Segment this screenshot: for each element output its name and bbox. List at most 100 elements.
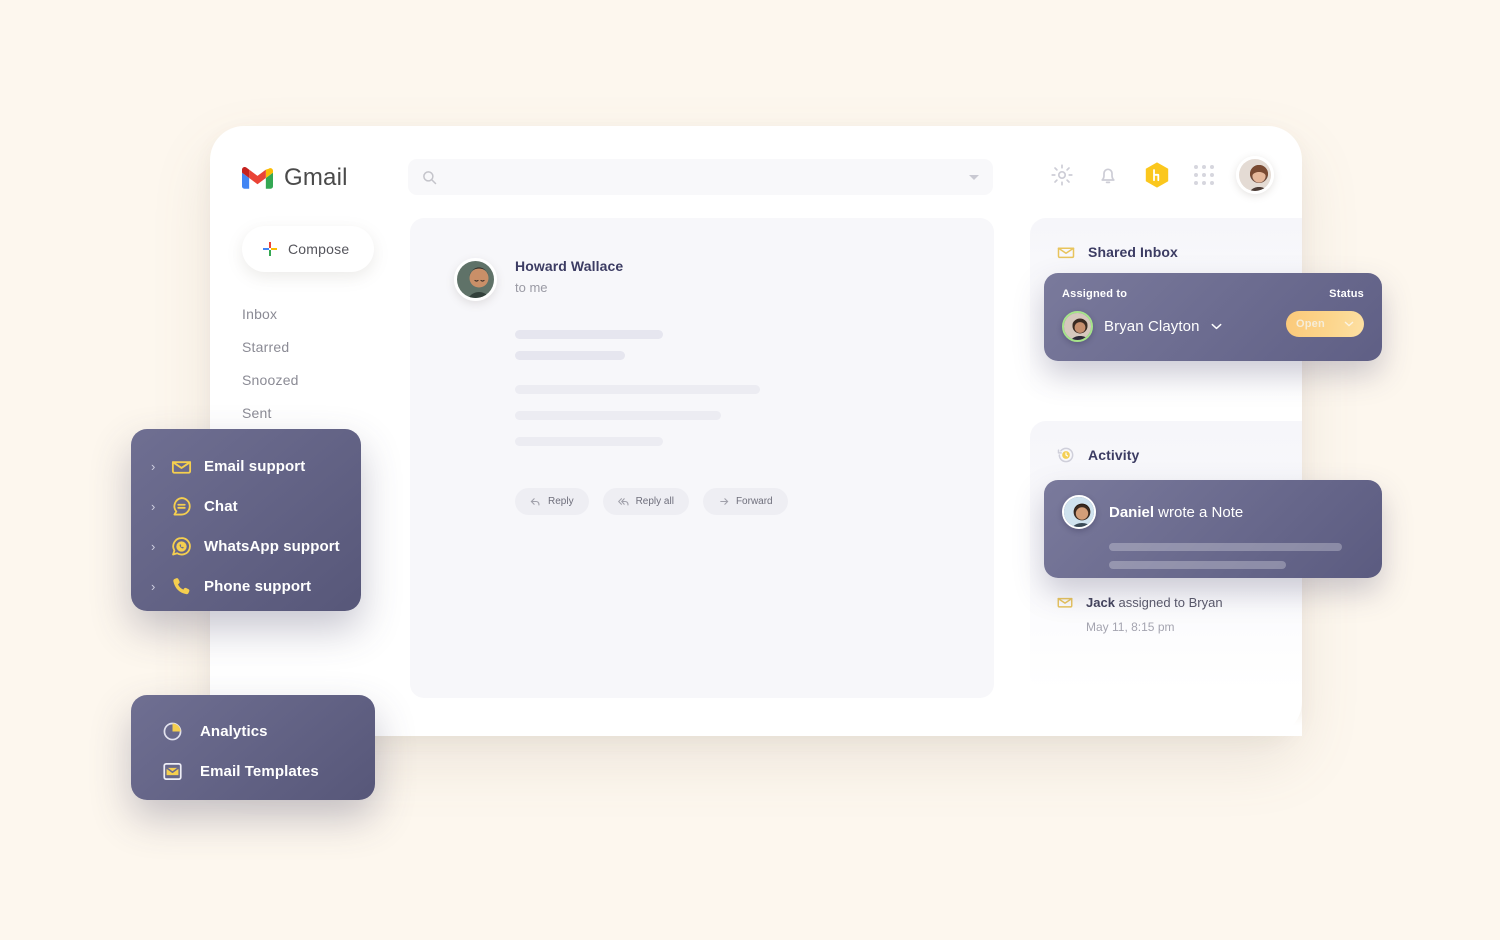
activity-note-card[interactable]: Daniel wrote a Note [1044,480,1382,578]
menu-item-label: Chat [204,497,238,515]
sidebar-item-snoozed[interactable]: Snoozed [242,363,410,396]
menu-item-label: Phone support [204,577,312,595]
skeleton-line [515,351,625,360]
email-action-bar: Reply Reply all Forward [515,488,950,515]
shared-inbox-title: Shared Inbox [1056,242,1302,262]
shared-inbox-title-label: Shared Inbox [1088,244,1178,260]
compose-label: Compose [288,241,350,257]
status-group: Status Open [1286,288,1364,337]
apps-grid-icon[interactable] [1194,165,1214,185]
email-template-icon [163,762,182,780]
sidebar-item-sent[interactable]: Sent [242,396,410,429]
reply-button[interactable]: Reply [515,488,589,515]
note-header: Daniel wrote a Note [1062,495,1364,529]
skeleton-line [515,330,663,339]
menu-item-label: Analytics [200,722,268,740]
tools-menu: Analytics Email Templates [131,695,375,800]
gmail-m-logo [242,166,273,189]
compose-button[interactable]: Compose [242,226,374,272]
assignee-selector[interactable]: Bryan Clayton [1062,311,1222,342]
status-badge[interactable]: Open [1286,311,1364,337]
note-text: Daniel wrote a Note [1109,504,1243,521]
search-input[interactable] [447,169,969,185]
email-body-skeleton [515,330,950,446]
assigned-to-group: Assigned to Bryan Clayton [1062,288,1222,342]
chat-bubble-icon [173,496,191,515]
user-avatar[interactable] [1236,156,1274,194]
assignment-card: Assigned to Bryan Clayton Status Open [1044,273,1382,361]
chevron-right-icon: › [151,498,156,514]
activity-actor: Jack [1086,594,1115,610]
sidebar-nav: Inbox Starred Snoozed Sent [242,297,410,429]
bell-icon[interactable] [1096,163,1120,187]
note-action: wrote a Note [1154,503,1244,521]
email-header: Howard Wallace to me [454,258,950,301]
brand: Gmail [242,164,348,192]
status-label: Status [1329,288,1364,300]
header-actions [1050,156,1274,194]
menu-item-chat[interactable]: › Chat [131,486,361,526]
plus-icon [263,242,277,256]
note-skeleton-line [1109,561,1286,569]
assigned-to-label: Assigned to [1062,288,1128,300]
chevron-down-icon[interactable] [1344,321,1354,327]
activity-title: Activity [1056,445,1302,465]
gear-icon[interactable] [1050,163,1074,187]
recipient-label: to me [515,280,548,295]
activity-title-label: Activity [1088,447,1140,463]
app-header: Gmail [210,126,1302,226]
menu-item-email-templates[interactable]: Email Templates [131,751,375,791]
reply-label: Reply [548,496,574,507]
whatsapp-icon [172,536,191,555]
menu-item-label: Email Templates [200,762,319,780]
chevron-right-icon: › [151,578,156,594]
reply-icon [530,498,540,506]
sidebar-item-inbox[interactable]: Inbox [242,297,410,330]
search-bar[interactable] [408,159,993,195]
chevron-right-icon: › [151,538,156,554]
assignee-avatar [1062,311,1093,342]
activity-fade-mask [1030,694,1302,736]
history-clock-icon [1057,447,1074,463]
activity-action: assigned to Bryan [1114,594,1223,610]
menu-item-whatsapp-support[interactable]: › WhatsApp support [131,526,361,566]
menu-item-label: Email support [204,457,306,475]
menu-item-analytics[interactable]: Analytics [131,711,375,751]
search-icon [423,170,437,184]
status-value: Open [1296,318,1325,330]
forward-icon [720,498,729,505]
hexagon-badge-icon[interactable] [1142,160,1172,190]
note-author-avatar [1062,495,1096,529]
skeleton-line [515,385,760,394]
menu-item-email-support[interactable]: › Email support [131,446,361,486]
activity-entry-list: Jack assigned to Bryan May 11, 8:15 pm [1056,593,1302,634]
chevron-down-icon[interactable] [1211,323,1222,330]
activity-entry[interactable]: Jack assigned to Bryan [1056,593,1302,611]
sidebar: Compose Inbox Starred Snoozed Sent [210,226,410,429]
email-reading-panel: Howard Wallace to me Reply Reply all For… [410,218,994,698]
sidebar-item-starred[interactable]: Starred [242,330,410,363]
sender-name: Howard Wallace [515,258,624,274]
note-skeleton-line [1109,543,1342,551]
note-author: Daniel [1109,503,1155,521]
reply-all-button[interactable]: Reply all [602,488,689,515]
forward-label: Forward [735,496,773,507]
app-window: Gmail Compose Inbox Starred Snoozed Sent… [210,126,1302,736]
pie-chart-icon [163,722,182,740]
forward-button[interactable]: Forward [702,488,788,515]
reply-all-label: Reply all [635,496,674,507]
skeleton-line [515,411,721,420]
assignee-name: Bryan Clayton [1104,318,1200,335]
inbox-tray-icon [1057,597,1073,608]
reply-all-icon [617,498,629,506]
sender-avatar [454,258,497,301]
chevron-down-icon[interactable] [969,174,979,180]
activity-timestamp: May 11, 8:15 pm [1086,620,1175,634]
menu-item-phone-support[interactable]: › Phone support [131,566,361,606]
menu-item-label: WhatsApp support [204,537,340,555]
inbox-tray-icon [171,460,192,474]
chevron-right-icon: › [151,458,156,474]
phone-icon [173,577,190,594]
brand-name: Gmail [284,164,348,191]
channels-menu: › Email support › Chat › WhatsApp suppor… [131,429,361,611]
